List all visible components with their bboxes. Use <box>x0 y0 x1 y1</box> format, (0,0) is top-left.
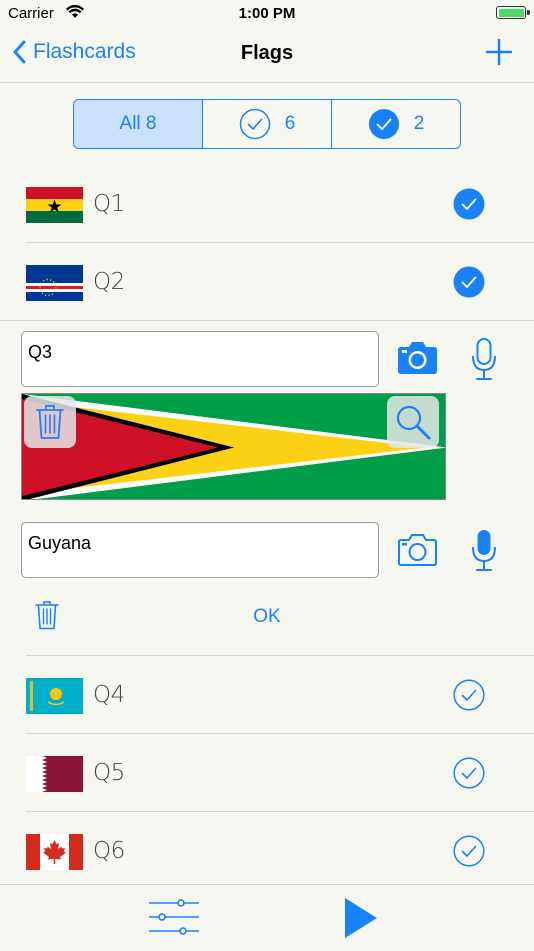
segment-all-label: All 8 <box>119 113 157 134</box>
segment-unchecked-count: 6 <box>284 113 296 134</box>
list-item[interactable]: Q4 <box>0 656 534 733</box>
card-label: Q5 <box>93 760 125 786</box>
canada-flag-image <box>26 834 83 870</box>
add-button[interactable] <box>485 36 513 71</box>
answer-field[interactable]: Guyana <box>21 522 379 578</box>
microphone-icon[interactable] <box>471 529 497 577</box>
ok-button[interactable]: OK <box>0 606 534 628</box>
question-field[interactable]: Q3 <box>21 331 379 387</box>
segment-all[interactable]: All 8 <box>74 100 202 148</box>
camera-icon[interactable] <box>396 533 439 572</box>
check-filled-icon <box>368 109 399 139</box>
list-item[interactable]: Q2 <box>0 243 534 320</box>
trash-icon <box>36 405 64 439</box>
plus-icon <box>485 38 513 66</box>
page-title: Flags <box>240 42 294 64</box>
card-image[interactable] <box>21 393 446 500</box>
check-filled-icon[interactable] <box>453 188 485 225</box>
cape-verde-flag-image <box>26 265 83 301</box>
card-label: Q1 <box>93 191 125 217</box>
check-outline-icon[interactable] <box>453 835 485 872</box>
magnifier-icon <box>396 405 431 440</box>
card-label: Q2 <box>93 269 125 295</box>
microphone-icon[interactable] <box>471 338 497 386</box>
card-label: Q4 <box>93 682 125 708</box>
battery-icon <box>496 6 530 19</box>
search-image-button[interactable] <box>387 396 439 448</box>
status-time: 1:00 PM <box>238 5 296 22</box>
play-button[interactable] <box>344 897 378 944</box>
check-outline-icon <box>239 108 270 140</box>
delete-image-button[interactable] <box>24 396 76 448</box>
check-outline-icon[interactable] <box>453 757 485 794</box>
check-outline-icon[interactable] <box>453 679 485 716</box>
check-filled-icon[interactable] <box>453 266 485 303</box>
list-item[interactable]: Q5 <box>0 734 534 811</box>
list-item[interactable]: Q1 <box>0 165 534 242</box>
segment-checked[interactable]: 2 <box>331 100 460 148</box>
ghana-flag-image <box>26 187 83 223</box>
card-label: Q6 <box>93 838 125 864</box>
segment-checked-count: 2 <box>413 113 425 134</box>
play-icon <box>345 898 377 938</box>
guyana-flag-image <box>22 394 445 499</box>
row-divider <box>0 320 534 321</box>
segment-unchecked[interactable]: 6 <box>202 100 331 148</box>
settings-sliders-button[interactable] <box>148 898 200 941</box>
sliders-icon <box>149 899 199 935</box>
bottom-toolbar <box>0 884 534 951</box>
status-bar: Carrier 1:00 PM <box>0 0 534 28</box>
qatar-flag-image <box>26 756 83 792</box>
filter-segmented-control: All 8 6 2 <box>73 99 461 149</box>
list-item[interactable]: Q6 <box>0 812 534 889</box>
navigation-bar: Flashcards Flags <box>0 28 534 83</box>
camera-icon[interactable] <box>396 341 439 380</box>
kazakhstan-flag-image <box>26 678 83 714</box>
